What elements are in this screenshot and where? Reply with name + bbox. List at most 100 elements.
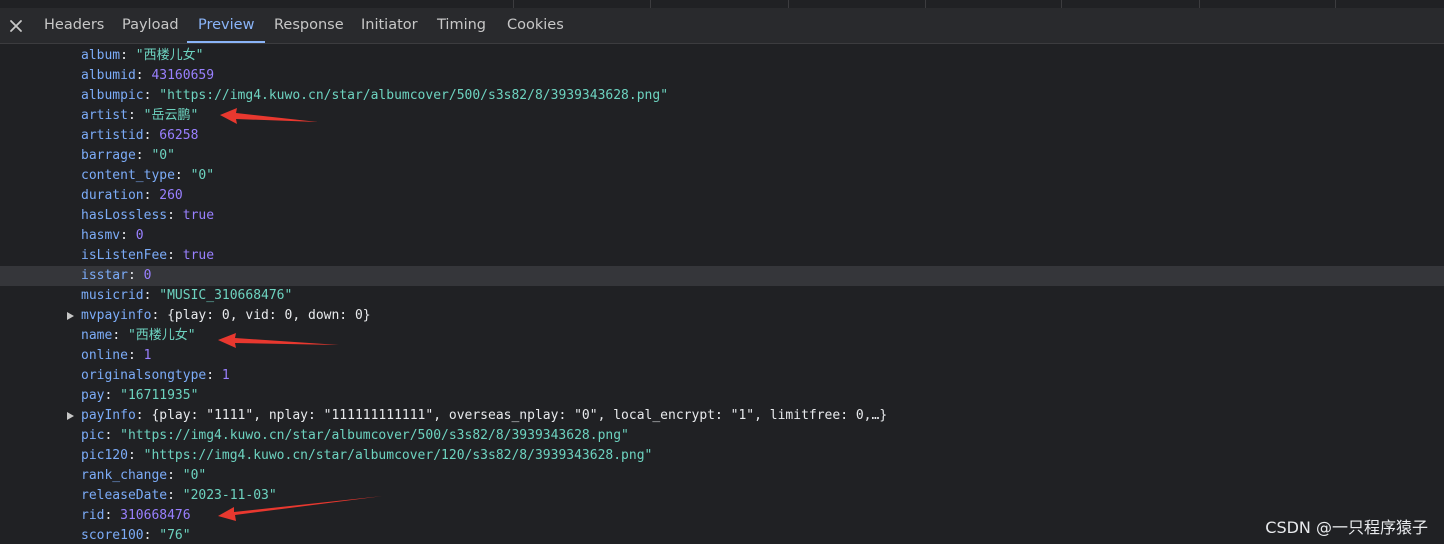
property-key: content_type — [81, 168, 175, 183]
property-value: {play: 0, vid: 0, down: 0} — [167, 308, 371, 323]
devtools-preview-panel: Headers Payload Preview Response Initiat… — [0, 0, 1444, 544]
tree-row-releaseDate[interactable]: releaseDate: "2023-11-03" — [0, 486, 1444, 506]
colon-separator: : — [104, 428, 121, 443]
colon-separator: : — [127, 448, 144, 463]
expand-triangle-icon[interactable] — [67, 412, 74, 420]
property-value: 0 — [143, 268, 152, 283]
close-icon[interactable] — [6, 16, 26, 36]
colon-separator: : — [120, 228, 136, 243]
tree-row-score100[interactable]: score100: "76" — [0, 526, 1444, 544]
tree-row-artist[interactable]: artist: "岳云鹏" — [0, 106, 1444, 126]
tree-row-payInfo[interactable]: payInfo: {play: "1111", nplay: "11111111… — [0, 406, 1444, 426]
property-value: "0" — [190, 168, 215, 183]
tab-payload[interactable]: Payload — [122, 8, 179, 43]
column-divider — [925, 0, 926, 8]
colon-separator: : — [104, 508, 121, 523]
tree-row-online[interactable]: online: 1 — [0, 346, 1444, 366]
property-value: 1 — [221, 368, 230, 383]
property-value: "MUSIC_310668476" — [159, 288, 293, 303]
tree-row-text: albumid: 43160659 — [81, 66, 214, 86]
tree-row-album[interactable]: album: "西楼儿女" — [0, 46, 1444, 66]
property-value: 260 — [159, 188, 183, 203]
tree-row-rank_change[interactable]: rank_change: "0" — [0, 466, 1444, 486]
tree-row-pay[interactable]: pay: "16711935" — [0, 386, 1444, 406]
tree-row-rid[interactable]: rid: 310668476 — [0, 506, 1444, 526]
tab-cookies[interactable]: Cookies — [507, 8, 564, 43]
tree-row-text: musicrid: "MUSIC_310668476" — [81, 286, 292, 306]
colon-separator: : — [143, 288, 160, 303]
property-value: "西楼儿女" — [135, 48, 204, 63]
tree-row-text: name: "西楼儿女" — [81, 326, 196, 346]
colon-separator: : — [112, 328, 128, 343]
property-key: pic120 — [81, 448, 128, 463]
column-divider — [650, 0, 651, 8]
property-key: online — [81, 348, 128, 363]
property-key: releaseDate — [81, 488, 168, 503]
tab-preview[interactable]: Preview — [187, 8, 266, 43]
property-key: score100 — [81, 528, 144, 543]
tree-row-barrage[interactable]: barrage: "0" — [0, 146, 1444, 166]
colon-separator: : — [127, 268, 144, 283]
tree-row-text: content_type: "0" — [81, 166, 214, 186]
tree-row-text: rank_change: "0" — [81, 466, 206, 486]
property-key: rid — [81, 508, 105, 523]
property-key: rank_change — [81, 468, 168, 483]
property-key: pay — [81, 388, 105, 403]
tree-row-text: hasLossless: true — [81, 206, 214, 226]
tree-row-duration[interactable]: duration: 260 — [0, 186, 1444, 206]
colon-separator: : — [143, 528, 160, 543]
property-key: album — [81, 48, 121, 63]
colon-separator: : — [135, 68, 152, 83]
property-key: pic — [81, 428, 105, 443]
property-key: isstar — [81, 268, 128, 283]
colon-separator: : — [120, 48, 136, 63]
property-value: "76" — [159, 528, 191, 543]
property-value: "0" — [151, 148, 175, 163]
tab-initiator[interactable]: Initiator — [361, 8, 418, 43]
property-key: originalsongtype — [81, 368, 207, 383]
property-value: true — [182, 208, 215, 223]
tree-row-content_type[interactable]: content_type: "0" — [0, 166, 1444, 186]
property-key: artistid — [81, 128, 144, 143]
json-preview-tree: album: "西楼儿女" albumid: 43160659 albumpic: … — [0, 44, 1444, 544]
property-key: musicrid — [81, 288, 144, 303]
tree-row-text: online: 1 — [81, 346, 151, 366]
tab-response[interactable]: Response — [274, 8, 344, 43]
expand-triangle-icon[interactable] — [67, 312, 74, 320]
tree-row-pic120[interactable]: pic120: "https://img4.kuwo.cn/star/album… — [0, 446, 1444, 466]
property-key: hasmv — [81, 228, 121, 243]
tab-headers[interactable]: Headers — [44, 8, 104, 43]
tree-row-name[interactable]: name: "西楼儿女" — [0, 326, 1444, 346]
tab-timing[interactable]: Timing — [437, 8, 486, 43]
column-divider — [1061, 0, 1062, 8]
tree-row-artistid[interactable]: artistid: 66258 — [0, 126, 1444, 146]
tree-row-text: originalsongtype: 1 — [81, 366, 230, 386]
tree-row-isListenFee[interactable]: isListenFee: true — [0, 246, 1444, 266]
tree-row-albumid[interactable]: albumid: 43160659 — [0, 66, 1444, 86]
property-value: "西楼儿女" — [127, 328, 196, 343]
top-strip — [0, 0, 1444, 8]
tree-row-text: score100: "76" — [81, 526, 191, 544]
tree-row-originalsongtype[interactable]: originalsongtype: 1 — [0, 366, 1444, 386]
property-value: 66258 — [159, 128, 199, 143]
colon-separator: : — [151, 308, 168, 323]
column-divider — [513, 0, 514, 8]
colon-separator: : — [127, 348, 144, 363]
tree-row-albumpic[interactable]: albumpic: "https://img4.kuwo.cn/star/alb… — [0, 86, 1444, 106]
property-key: albumpic — [81, 88, 144, 103]
property-value: "https://img4.kuwo.cn/star/albumcover/50… — [120, 428, 629, 443]
tree-row-pic[interactable]: pic: "https://img4.kuwo.cn/star/albumcov… — [0, 426, 1444, 446]
colon-separator: : — [143, 128, 160, 143]
tree-row-isstar[interactable]: isstar: 0 — [0, 266, 1444, 286]
colon-separator: : — [167, 468, 183, 483]
tree-row-text: albumpic: "https://img4.kuwo.cn/star/alb… — [81, 86, 668, 106]
property-value: "0" — [182, 468, 207, 483]
tree-row-hasmv[interactable]: hasmv: 0 — [0, 226, 1444, 246]
tree-row-mvpayinfo[interactable]: mvpayinfo: {play: 0, vid: 0, down: 0} — [0, 306, 1444, 326]
tree-row-musicrid[interactable]: musicrid: "MUSIC_310668476" — [0, 286, 1444, 306]
property-value: "https://img4.kuwo.cn/star/albumcover/12… — [143, 448, 653, 463]
property-key: mvpayinfo — [81, 308, 152, 323]
colon-separator: : — [135, 408, 152, 423]
tree-row-hasLossless[interactable]: hasLossless: true — [0, 206, 1444, 226]
watermark: CSDN @一只程序猿子 — [1265, 518, 1428, 537]
